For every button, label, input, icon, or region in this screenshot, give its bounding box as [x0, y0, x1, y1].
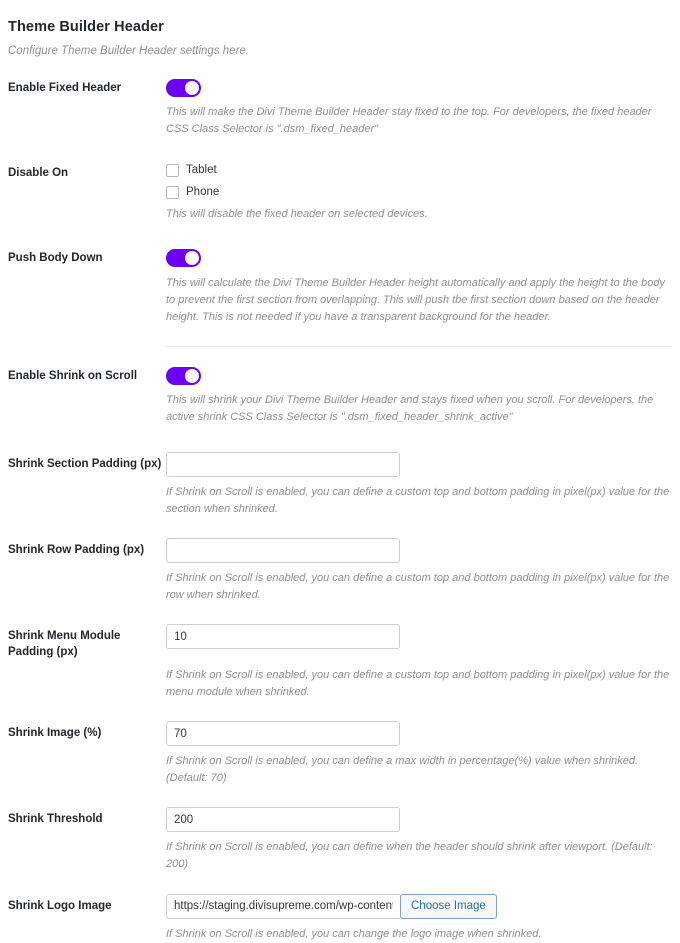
checkbox-phone-icon[interactable]	[166, 186, 179, 200]
description-disable-on: This will disable the fixed header on se…	[166, 208, 428, 221]
label-enable-fixed-header: Enable Fixed Header	[8, 81, 122, 94]
field-row-disable-on: Disable On Tablet Phone	[0, 164, 680, 200]
control-enable-shrink-on-scroll	[166, 366, 672, 385]
desc-row-shrink-menu-module-padding: If Shrink on Scroll is enabled, you can …	[0, 667, 680, 701]
checkbox-label-phone: Phone	[186, 186, 220, 199]
input-shrink-logo-image-url[interactable]	[166, 893, 400, 919]
checkbox-tablet-icon[interactable]	[166, 164, 179, 178]
page-title: Theme Builder Header	[8, 19, 164, 35]
input-shrink-threshold[interactable]	[166, 807, 400, 833]
description-shrink-section-padding: If Shrink on Scroll is enabled, you can …	[166, 486, 670, 516]
control-disable-on: Tablet Phone	[166, 164, 672, 200]
toggle-enable-shrink-on-scroll[interactable]	[166, 366, 201, 385]
description-shrink-menu-module-padding: If Shrink on Scroll is enabled, you can …	[166, 669, 670, 699]
checkbox-label-tablet: Tablet	[186, 164, 217, 177]
field-row-push-body-down: Push Body Down	[0, 249, 680, 268]
toggle-push-body-down[interactable]	[166, 249, 201, 268]
control-enable-fixed-header	[166, 78, 672, 97]
toggle-knob-icon	[185, 368, 199, 383]
label-shrink-logo-image: Shrink Logo Image	[8, 899, 112, 912]
description-shrink-threshold: If Shrink on Scroll is enabled, you can …	[166, 841, 653, 871]
label-enable-shrink-on-scroll: Enable Shrink on Scroll	[8, 369, 138, 382]
field-row-shrink-section-padding: Shrink Section Padding (px)	[0, 452, 680, 478]
checkbox-row-tablet[interactable]: Tablet	[166, 164, 672, 178]
field-row-shrink-row-padding: Shrink Row Padding (px)	[0, 538, 680, 564]
label-push-body-down: Push Body Down	[8, 252, 103, 265]
desc-row-shrink-section-padding: If Shrink on Scroll is enabled, you can …	[0, 484, 680, 518]
control-shrink-menu-module-padding	[166, 624, 672, 650]
description-enable-shrink-on-scroll: This will shrink your Divi Theme Builder…	[166, 393, 654, 423]
field-row-enable-shrink-on-scroll: Enable Shrink on Scroll	[0, 366, 680, 385]
toggle-knob-icon	[185, 80, 199, 95]
label-shrink-section-padding: Shrink Section Padding (px)	[8, 458, 162, 471]
input-shrink-section-padding[interactable]	[166, 452, 400, 478]
description-shrink-row-padding: If Shrink on Scroll is enabled, you can …	[166, 572, 670, 602]
label-shrink-row-padding: Shrink Row Padding (px)	[8, 544, 145, 557]
field-row-shrink-image: Shrink Image (%)	[0, 721, 680, 747]
field-row-shrink-logo-image: Shrink Logo Image Choose Image	[0, 893, 680, 919]
theme-builder-header-panel: Theme Builder Header Configure Theme Bui…	[0, 0, 680, 943]
desc-row-disable-on: This will disable the fixed header on se…	[0, 206, 680, 223]
input-shrink-image[interactable]	[166, 721, 400, 747]
panel-header: Theme Builder Header Configure Theme Bui…	[0, 18, 680, 59]
desc-row-shrink-threshold: If Shrink on Scroll is enabled, you can …	[0, 839, 680, 873]
description-shrink-image: If Shrink on Scroll is enabled, you can …	[166, 755, 639, 785]
field-row-enable-fixed-header: Enable Fixed Header	[0, 78, 680, 97]
input-shrink-menu-module-padding[interactable]	[166, 624, 400, 650]
control-shrink-row-padding	[166, 538, 672, 564]
label-shrink-image: Shrink Image (%)	[8, 727, 102, 740]
description-enable-fixed-header: This will make the Divi Theme Builder He…	[166, 106, 652, 136]
media-uploader: Choose Image	[166, 893, 672, 919]
control-shrink-image	[166, 721, 672, 747]
choose-image-button[interactable]: Choose Image	[400, 893, 497, 919]
control-shrink-logo-image: Choose Image	[166, 893, 672, 919]
control-shrink-threshold	[166, 807, 672, 833]
desc-row-shrink-logo-image: If Shrink on Scroll is enabled, you can …	[0, 926, 680, 943]
field-row-shrink-menu-module-padding: Shrink Menu Module Padding (px)	[0, 624, 680, 660]
input-shrink-row-padding[interactable]	[166, 538, 400, 564]
description-push-body-down: This will calculate the Divi Theme Build…	[166, 276, 665, 323]
label-disable-on: Disable On	[8, 167, 69, 180]
desc-row-shrink-row-padding: If Shrink on Scroll is enabled, you can …	[0, 570, 680, 604]
desc-row-enable-shrink-on-scroll: This will shrink your Divi Theme Builder…	[0, 392, 680, 426]
checkbox-row-phone[interactable]: Phone	[166, 186, 672, 200]
desc-row-shrink-image: If Shrink on Scroll is enabled, you can …	[0, 753, 680, 787]
control-push-body-down	[166, 249, 672, 268]
label-shrink-menu-module-padding: Shrink Menu Module Padding (px)	[8, 630, 121, 658]
label-shrink-threshold: Shrink Threshold	[8, 813, 103, 826]
page-subtitle: Configure Theme Builder Header settings …	[8, 44, 249, 57]
field-row-shrink-threshold: Shrink Threshold	[0, 807, 680, 833]
description-shrink-logo-image: If Shrink on Scroll is enabled, you can …	[166, 927, 542, 940]
desc-row-push-body-down: This will calculate the Divi Theme Build…	[0, 275, 680, 326]
control-shrink-section-padding	[166, 452, 672, 478]
desc-row-enable-fixed-header: This will make the Divi Theme Builder He…	[0, 104, 680, 138]
toggle-knob-icon	[185, 251, 199, 266]
toggle-enable-fixed-header[interactable]	[166, 78, 201, 97]
